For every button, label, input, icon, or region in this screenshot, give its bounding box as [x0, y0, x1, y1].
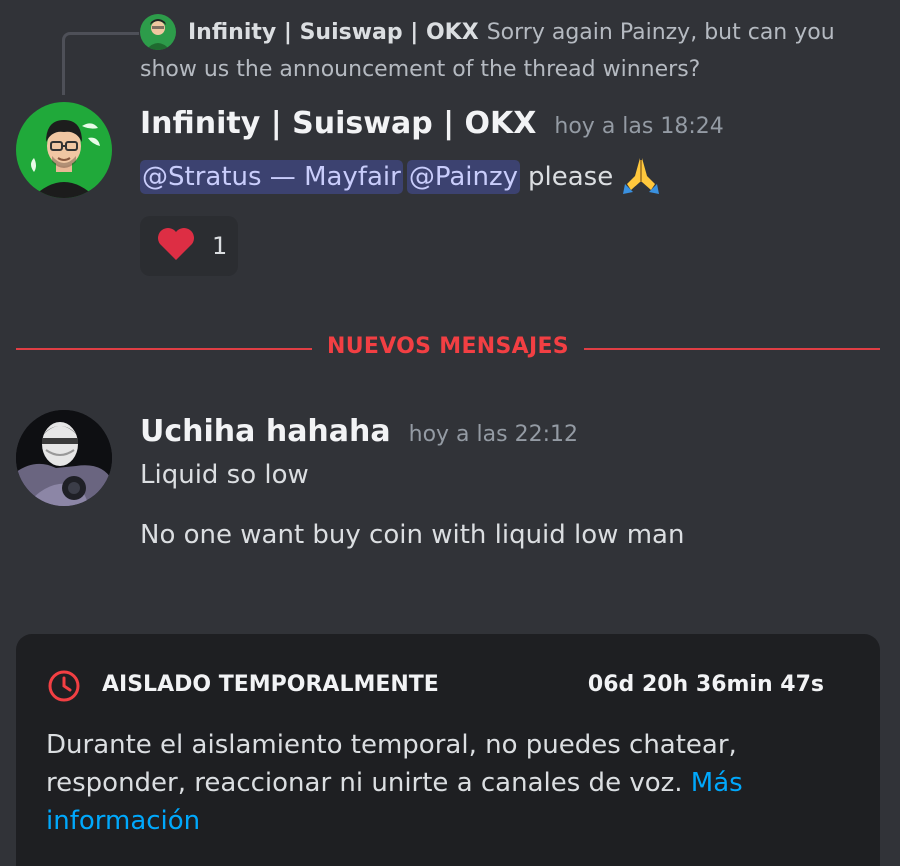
author-name[interactable]: Infinity | Suiswap | OKX: [140, 106, 536, 141]
mention-stratus[interactable]: @Stratus — Mayfair: [140, 160, 403, 194]
message-text: Liquid so low: [140, 460, 309, 490]
notice-body: Durante el aislamiento temporal, no pued…: [46, 726, 786, 840]
reaction-count: 1: [212, 232, 228, 260]
mention-painzy[interactable]: @Painzy: [406, 160, 521, 194]
message-text: No one want buy coin with liquid low man: [140, 520, 685, 550]
timestamp: hoy a las 18:24: [554, 114, 724, 139]
timestamp: hoy a las 22:12: [408, 422, 578, 447]
message-header: Uchiha hahaha hoy a las 22:12: [140, 414, 578, 449]
folded-hands-icon: [619, 154, 663, 201]
reply-connector: [62, 32, 139, 95]
reaction-heart[interactable]: 1: [140, 216, 238, 276]
heart-icon: [156, 226, 196, 266]
divider-line: [16, 348, 312, 350]
notice-title: AISLADO TEMPORALMENTE: [102, 672, 439, 697]
message-content: @Stratus — Mayfair @Painzy please: [140, 154, 663, 201]
new-messages-divider: NUEVOS MENSAJES: [327, 334, 569, 359]
reply-author[interactable]: Infinity | Suiswap | OKX: [188, 20, 479, 45]
divider-line: [584, 348, 880, 350]
reply-preview[interactable]: Infinity | Suiswap | OKX Sorry again Pain…: [140, 14, 880, 88]
timeout-notice: AISLADO TEMPORALMENTE 06d 20h 36min 47s …: [16, 634, 880, 866]
timeout-remaining: 06d 20h 36min 47s: [587, 672, 824, 697]
avatar[interactable]: [16, 410, 112, 506]
message-header: Infinity | Suiswap | OKX hoy a las 18:24: [140, 106, 724, 141]
author-name[interactable]: Uchiha hahaha: [140, 414, 391, 449]
message-text: please: [528, 162, 614, 192]
clock-icon: [46, 668, 82, 708]
avatar[interactable]: [16, 102, 112, 198]
notice-text: Durante el aislamiento temporal, no pued…: [46, 730, 737, 798]
